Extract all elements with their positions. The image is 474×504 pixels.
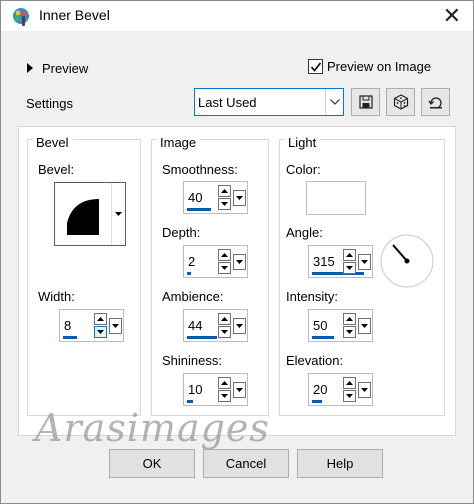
ambience-increment-button[interactable] [218,313,231,325]
depth-dropdown-button[interactable] [233,254,246,270]
light-group-label: Light [284,135,321,150]
bevel-group [27,139,141,416]
shininess-slider-bar [187,400,193,403]
ambience-dropdown-button[interactable] [233,318,246,334]
bevel-shape-picker[interactable] [54,182,126,246]
watermark-text: Arasimages [35,406,270,450]
randomize-button[interactable] [386,88,415,116]
paintshop-app-icon [13,8,29,26]
shininess-spinbox[interactable]: 10 [183,373,248,406]
ambience-label: Ambience: [162,289,224,304]
width-dropdown-button[interactable] [109,318,122,334]
shininess-value: 10 [188,382,203,397]
angle-dropdown-button[interactable] [358,254,371,270]
close-icon[interactable]: ✕ [443,3,461,29]
elevation-spinbox[interactable]: 20 [308,373,373,406]
smoothness-dropdown-button[interactable] [233,190,246,206]
width-value: 8 [64,318,72,333]
depth-label: Depth: [162,225,201,240]
reset-icon [427,97,442,109]
elevation-value: 20 [313,382,328,397]
ambience-spinbox[interactable]: 44 [183,309,248,342]
shape-dropdown-arrow[interactable] [111,183,125,245]
elevation-slider-bar [312,400,322,403]
ambience-value: 44 [188,318,203,333]
angle-value: 315 [313,254,335,269]
shininess-increment-button[interactable] [218,377,231,389]
ok-button[interactable]: OK [109,449,195,478]
color-label: Color: [286,162,321,177]
elevation-decrement-button[interactable] [343,390,356,402]
width-decrement-button[interactable] [94,326,107,338]
preview-on-image-label: Preview on Image [327,59,432,74]
angle-label: Angle: [286,225,323,240]
ambience-slider-bar [187,336,217,339]
image-group-label: Image [156,135,201,150]
width-slider-bar [63,336,77,339]
bevel-group-label: Bevel [32,135,73,150]
intensity-value: 50 [313,318,328,333]
reset-defaults-button[interactable] [421,88,450,116]
intensity-slider-bar [312,336,334,339]
ambience-decrement-button[interactable] [218,326,231,338]
angle-dial[interactable] [379,233,435,289]
floppy-disk-icon [358,95,373,109]
angle-increment-button[interactable] [343,249,356,261]
angle-decrement-button[interactable] [343,262,356,274]
intensity-spinbox[interactable]: 50 [308,309,373,342]
intensity-dropdown-button[interactable] [358,318,371,334]
depth-spinbox[interactable]: 2 [183,245,248,278]
depth-decrement-button[interactable] [218,262,231,274]
chevron-down-icon[interactable] [325,89,343,115]
elevation-increment-button[interactable] [343,377,356,389]
preview-label: Preview [42,61,89,76]
preset-dropdown[interactable]: Last Used [194,88,344,116]
save-preset-button[interactable] [351,88,380,116]
smoothness-slider-bar [187,208,211,211]
smoothness-increment-button[interactable] [218,185,231,197]
cancel-button[interactable]: Cancel [203,449,289,478]
intensity-increment-button[interactable] [343,313,356,325]
settings-label: Settings [26,96,73,111]
title-bar: Inner Bevel ✕ [1,1,473,31]
dice-icon [393,94,408,110]
elevation-label: Elevation: [286,353,344,368]
smoothness-decrement-button[interactable] [218,198,231,210]
shininess-dropdown-button[interactable] [233,382,246,398]
bevel-shape-preview [67,199,99,235]
intensity-label: Intensity: [286,289,339,304]
shininess-decrement-button[interactable] [218,390,231,402]
width-spinbox[interactable]: 8 [59,309,124,342]
smoothness-label: Smoothness: [162,162,238,177]
preview-on-image-checkbox[interactable]: Preview on Image [308,59,431,74]
smoothness-value: 40 [188,190,203,205]
angle-slider-bar [312,272,364,275]
angle-spinbox[interactable]: 315 [308,245,373,278]
window-title: Inner Bevel [39,7,110,23]
elevation-dropdown-button[interactable] [358,382,371,398]
depth-increment-button[interactable] [218,249,231,261]
depth-slider-bar [187,272,191,275]
checkbox-box[interactable] [308,59,323,74]
checkmark-icon [310,62,322,72]
light-color-swatch[interactable] [306,181,366,215]
bevel-shape-label: Bevel: [38,162,75,177]
preset-value: Last Used [198,95,257,110]
inner-bevel-dialog: Inner Bevel ✕ Preview Preview on Image S… [0,0,474,504]
width-increment-button[interactable] [94,313,107,325]
smoothness-spinbox[interactable]: 40 [183,181,248,214]
help-button[interactable]: Help [297,449,383,478]
intensity-decrement-button[interactable] [343,326,356,338]
depth-value: 2 [188,254,196,269]
preview-expander[interactable]: Preview [27,61,88,76]
shininess-label: Shininess: [162,353,222,368]
expand-triangle-icon [27,63,33,73]
width-label: Width: [38,289,75,304]
